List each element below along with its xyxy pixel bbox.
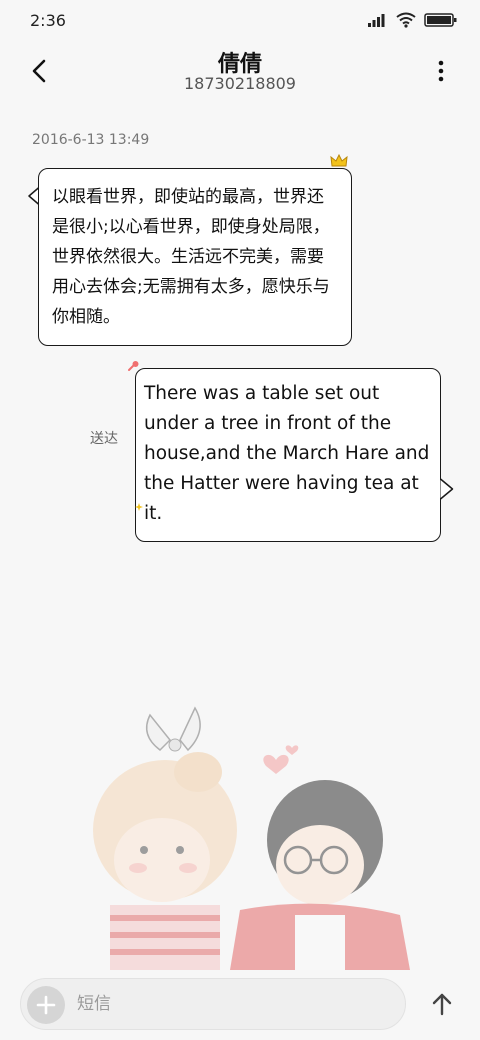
delivery-status: 送达 xyxy=(90,431,118,447)
outgoing-message-bubble[interactable]: There was a table set out under a tree i… xyxy=(135,368,441,542)
outgoing-bubble-tail xyxy=(440,478,454,500)
incoming-message-text: 以眼看世界，即使站的最高，世界还是很小;以心看世界，即使身处局限，世界依然很大。… xyxy=(52,187,330,327)
more-options-button[interactable] xyxy=(424,54,458,88)
battery-icon xyxy=(424,13,457,27)
wallpaper-illustration xyxy=(93,706,410,970)
send-button[interactable] xyxy=(424,986,460,1022)
signal-icon xyxy=(368,14,385,27)
message-timestamp: 2016-6-13 13:49 xyxy=(32,132,150,148)
compose-bar xyxy=(20,978,406,1030)
status-icons xyxy=(368,12,458,28)
status-time: 2:36 xyxy=(30,10,66,30)
send-arrow-icon xyxy=(432,993,452,1016)
plus-icon xyxy=(36,995,56,1015)
outgoing-message-text: There was a table set out under a tree i… xyxy=(144,383,430,524)
add-attachment-button[interactable] xyxy=(27,986,65,1024)
incoming-message-bubble[interactable]: 以眼看世界，即使站的最高，世界还是很小;以心看世界，即使身处局限，世界依然很大。… xyxy=(38,168,352,346)
more-vertical-icon xyxy=(438,60,444,82)
crown-icon xyxy=(330,154,348,167)
contact-phone-number: 18730218809 xyxy=(184,74,296,93)
wifi-icon xyxy=(396,12,416,28)
sparkle-icon xyxy=(135,503,143,511)
conversation-header: 倩倩 18730218809 xyxy=(0,40,480,110)
status-bar: 2:36 xyxy=(0,0,480,40)
message-input[interactable] xyxy=(77,979,377,1029)
